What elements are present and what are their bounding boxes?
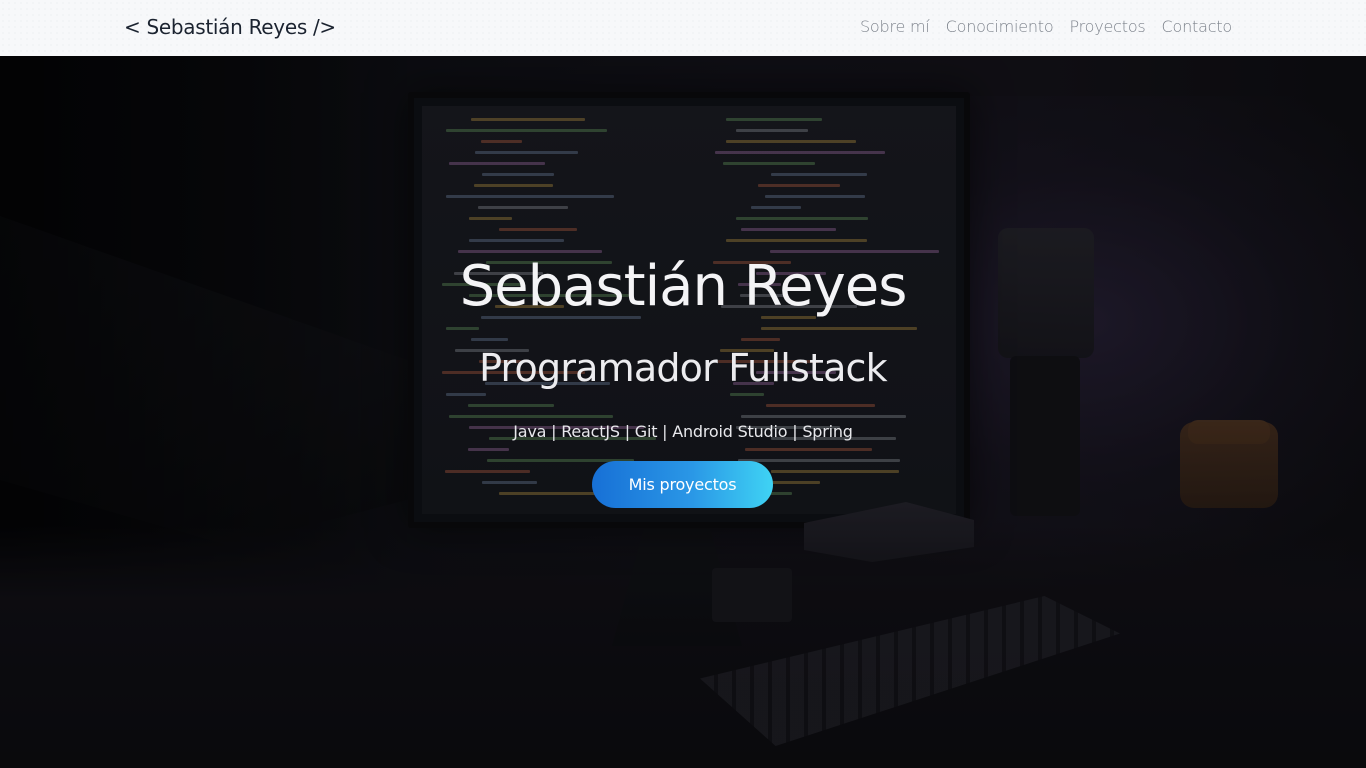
mis-proyectos-button[interactable]: Mis proyectos xyxy=(592,461,773,508)
nav-link-contacto[interactable]: Contacto xyxy=(1162,17,1233,36)
hero-subtitle: Programador Fullstack xyxy=(479,346,888,390)
nav-link-conocimiento[interactable]: Conocimiento xyxy=(946,17,1054,36)
hero-section: Sebastián Reyes Programador Fullstack Ja… xyxy=(0,56,1366,768)
hero-skills: Java | ReactJS | Git | Android Studio | … xyxy=(513,422,853,441)
nav-link-sobre-mi[interactable]: Sobre mí xyxy=(860,17,930,36)
nav-link-proyectos[interactable]: Proyectos xyxy=(1069,17,1145,36)
nav-links: Sobre mí Conocimiento Proyectos Contacto xyxy=(860,17,1232,36)
hero-title: Sebastián Reyes xyxy=(459,254,908,319)
hero-content: Sebastián Reyes Programador Fullstack Ja… xyxy=(0,56,1366,768)
top-navbar: < Sebastián Reyes /> Sobre mí Conocimien… xyxy=(0,0,1366,56)
brand-logo-link[interactable]: < Sebastián Reyes /> xyxy=(124,15,336,39)
